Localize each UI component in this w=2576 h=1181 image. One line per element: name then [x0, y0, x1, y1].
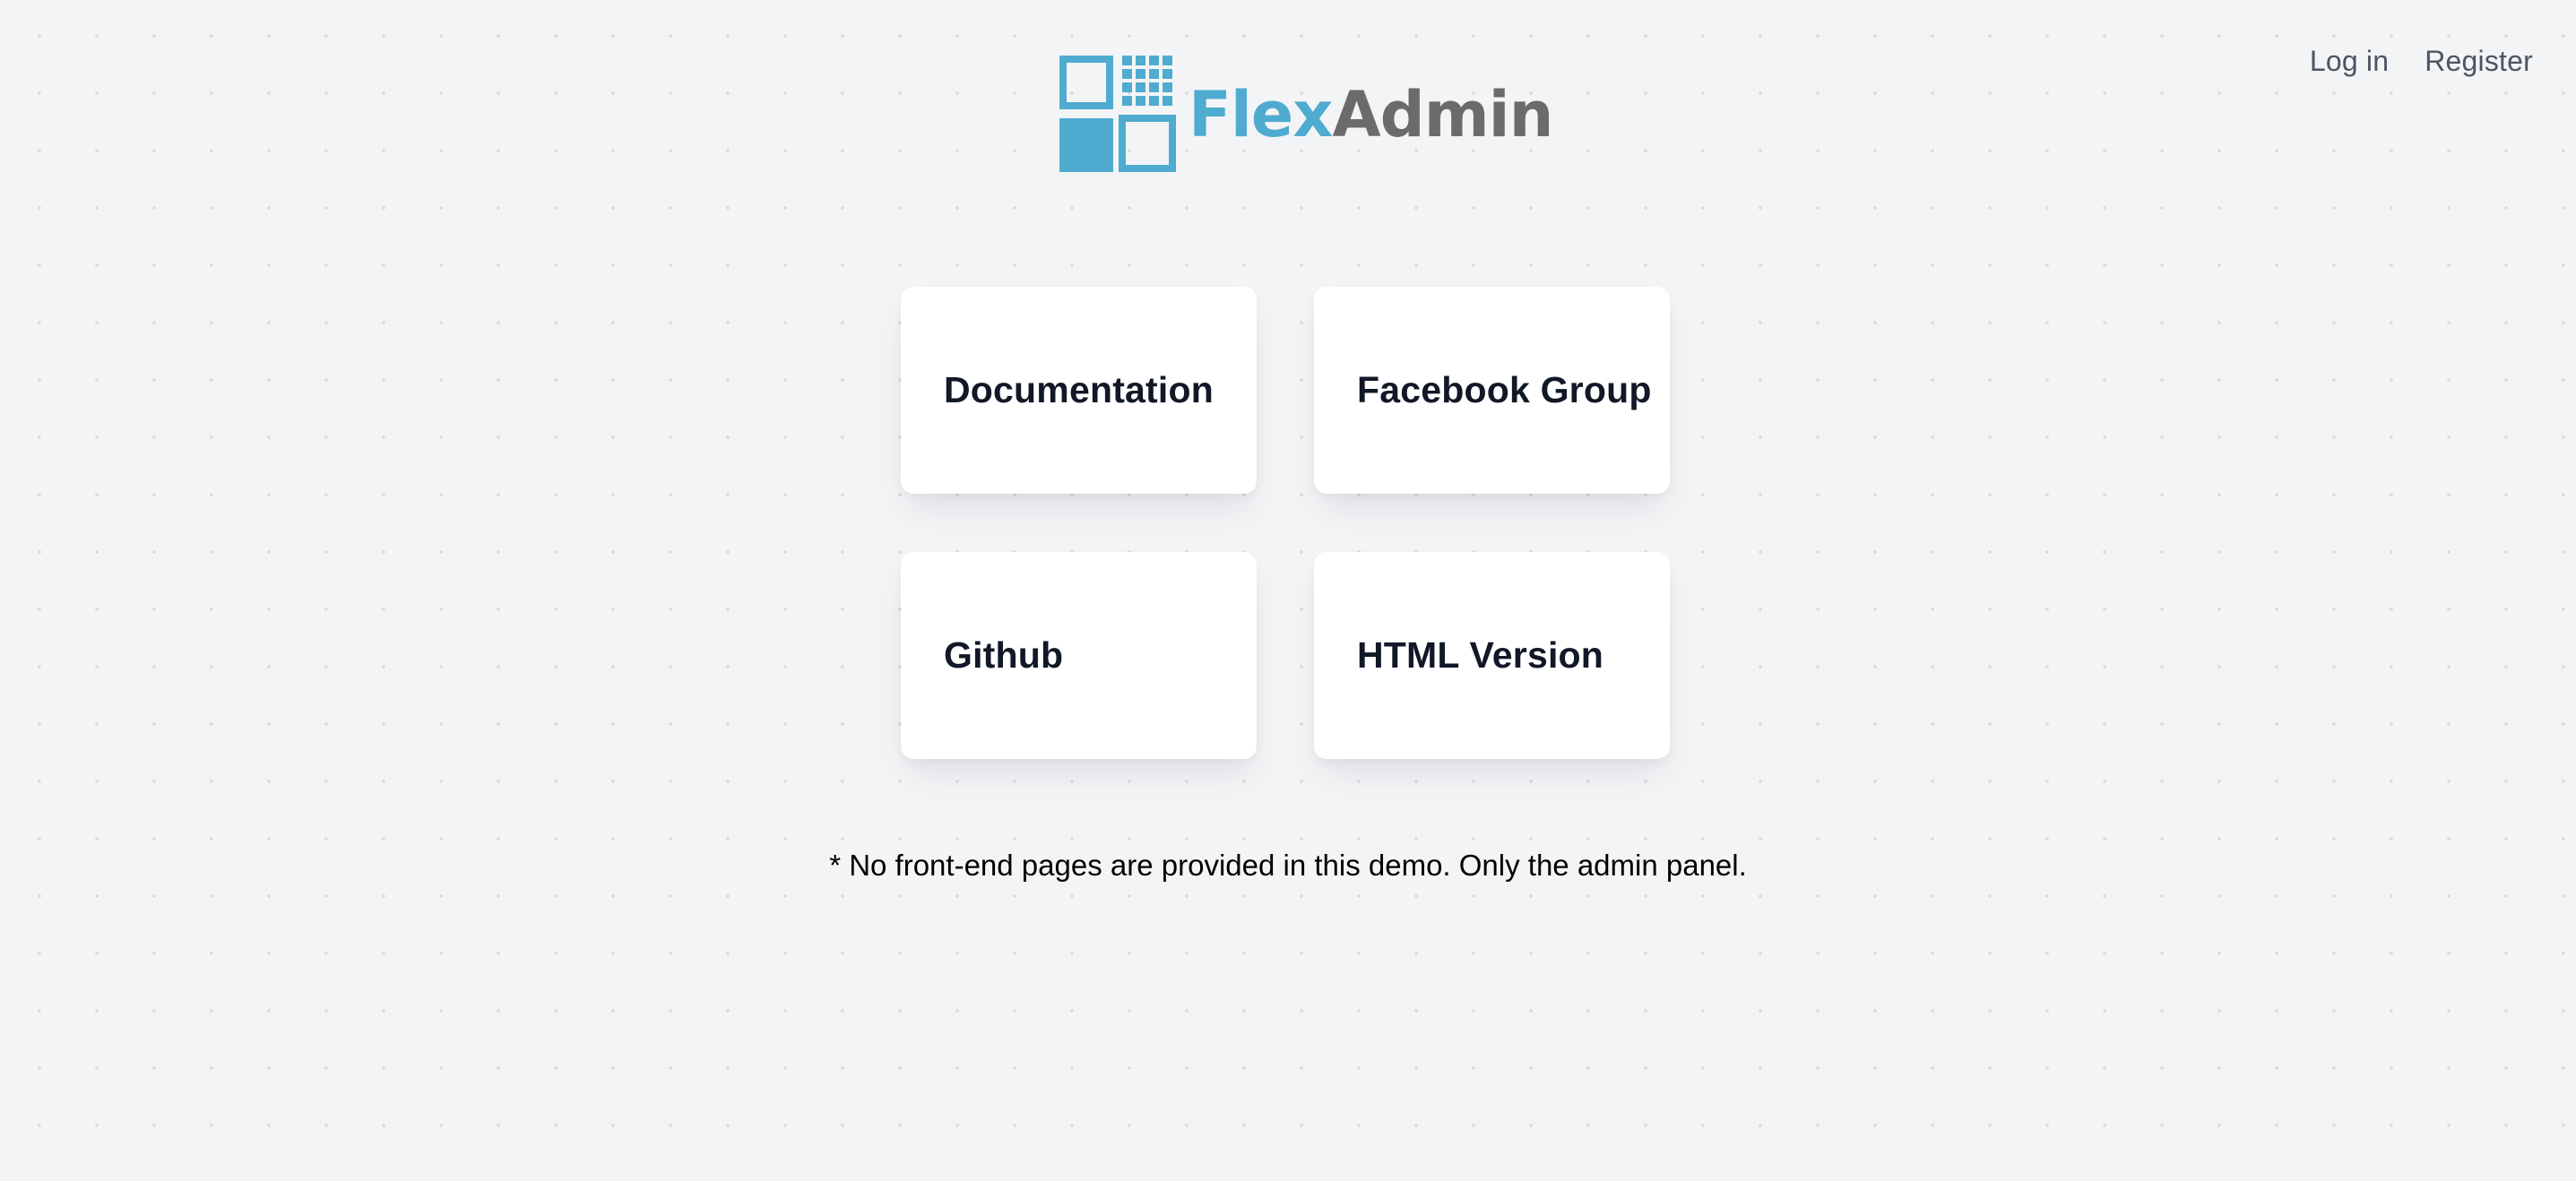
logo-text-flex: Flex	[1189, 78, 1333, 151]
card-label: HTML Version	[1357, 634, 1604, 676]
top-nav: Log in Register	[2310, 45, 2533, 78]
logo-grid-icon	[1059, 56, 1176, 172]
card-label: Github	[944, 634, 1064, 676]
logo-text-admin: Admin	[1332, 78, 1553, 151]
logo-wordmark: FlexAdmin	[1189, 83, 1554, 146]
demo-note: * No front-end pages are provided in thi…	[829, 849, 1747, 882]
documentation-card[interactable]: Documentation	[901, 287, 1257, 494]
facebook-group-card[interactable]: Facebook Group	[1314, 287, 1670, 494]
github-card[interactable]: Github	[901, 552, 1257, 759]
card-label: Facebook Group	[1357, 369, 1652, 410]
logo: FlexAdmin	[1059, 56, 1554, 172]
card-label: Documentation	[944, 369, 1214, 410]
login-link[interactable]: Log in	[2310, 45, 2389, 78]
html-version-card[interactable]: HTML Version	[1314, 552, 1670, 759]
link-cards: Documentation Facebook Group Github HTML…	[901, 287, 1670, 759]
register-link[interactable]: Register	[2425, 45, 2533, 78]
